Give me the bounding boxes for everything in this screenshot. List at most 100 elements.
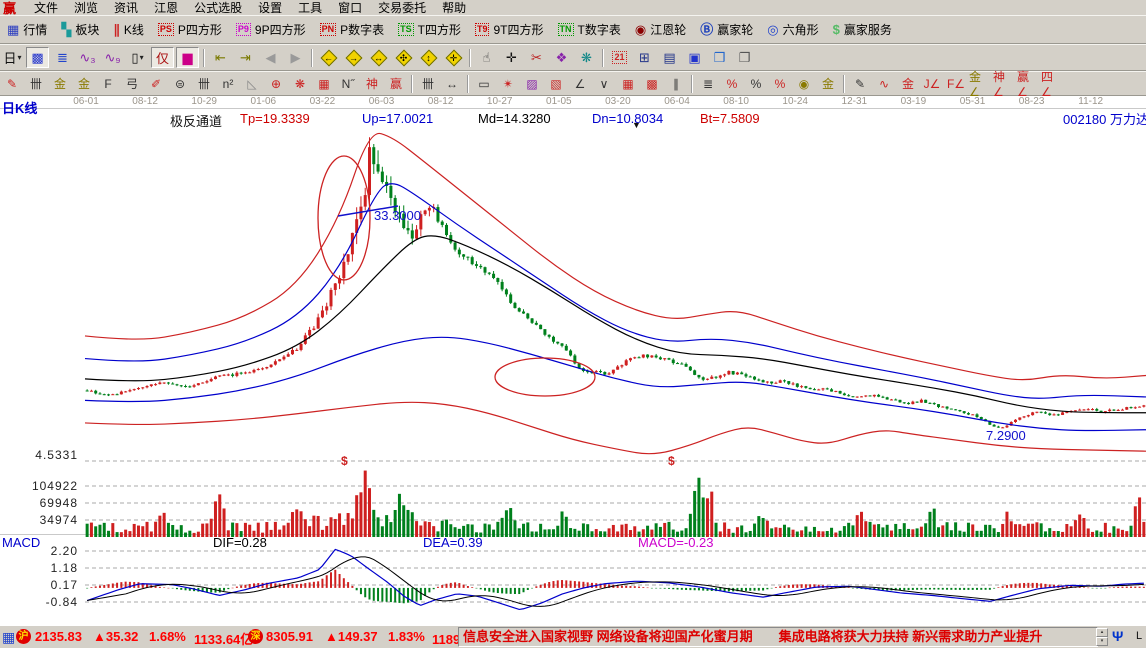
j-angle-tool-button[interactable]: J∠ [921,74,943,93]
quotes-button[interactable]: ▦行情 [0,21,54,38]
quote-table-icon[interactable]: ▦ [2,629,15,646]
ray-fan-tool-button[interactable]: ✴ [497,74,519,93]
si-angle-tool-button[interactable]: 四∠ [1041,74,1063,93]
f-grid-tool-button[interactable]: F [97,74,119,93]
red-grid-box-tool-button[interactable]: ▩ [641,74,663,93]
time-lines-tool-button[interactable]: 卌 [193,74,215,93]
hand-tool-button[interactable]: ☝ [475,47,498,68]
shen-grid-tool-button[interactable]: 神 [361,74,383,93]
menu-item-view[interactable]: 浏览 [66,0,106,16]
scale-ruler-tool-button[interactable]: ≣ [697,74,719,93]
menu-item-help[interactable]: 帮助 [434,0,474,16]
menu-item-file[interactable]: 文件 [26,0,66,16]
angle-line-tool-button[interactable]: ∠ [569,74,591,93]
spider-web-button[interactable]: ❋ [575,47,598,68]
nav-last-button[interactable]: ⇥ [234,47,257,68]
hexagon-button[interactable]: ◎六角形 [760,21,825,38]
wave9-button[interactable]: ∿₉ [101,47,124,68]
parallel-lines-tool-button[interactable]: ∥ [665,74,687,93]
ying-angle-tool-button[interactable]: 赢∠ [1017,74,1039,93]
gold-circle-tool-button[interactable]: ◉ [793,74,815,93]
pan-right-button[interactable]: → [342,47,365,68]
spinner-up-button[interactable]: ▴ [1096,628,1108,637]
pen-tool-button[interactable]: ✎ [1,74,23,93]
p9-square-button[interactable]: P99P四方形 [229,21,313,38]
crosshair-button[interactable]: ✛ [500,47,523,68]
winner-wheel-button[interactable]: Ⓑ赢家轮 [693,21,760,38]
menu-item-formula-stock-pick[interactable]: 公式选股 [186,0,250,16]
network-data-button[interactable]: ❒ [708,47,731,68]
t9-square-button[interactable]: T99T四方形 [468,21,551,38]
gold-level-tool-button[interactable]: 金 [817,74,839,93]
percent-line-tool-button[interactable]: % [769,74,791,93]
zoom-horizontal-button[interactable]: ↔ [367,47,390,68]
square-nine-tool-button[interactable]: n² [217,74,239,93]
save-button[interactable]: ▣ [683,47,706,68]
pen-tool-icon: ✎ [7,77,17,91]
menu-item-trade-order[interactable]: 交易委托 [370,0,434,16]
p-number-button[interactable]: PNP数字表 [313,21,392,38]
kline-button[interactable]: ∥K线 [106,21,151,38]
gann-gadget-button[interactable]: ❖ [550,47,573,68]
calculator-button[interactable]: ⊞ [633,47,656,68]
color-volume-button[interactable]: ▆ [176,47,199,68]
k-note-tool-button[interactable]: Ν˝ [337,74,359,93]
cut-tool-button[interactable]: ✂ [525,47,548,68]
t-number-button[interactable]: TNT数字表 [551,21,628,38]
gann-wheel-button[interactable]: ◉江恩轮 [628,21,693,38]
wave3-button[interactable]: ∿₃ [76,47,99,68]
notepad-button[interactable]: ▤ [658,47,681,68]
compress-button[interactable]: ✣ [392,47,415,68]
menu-item-gann[interactable]: 江恩 [146,0,186,16]
web-tool-button[interactable]: ❋ [289,74,311,93]
f-angle-tool-button[interactable]: F∠ [945,74,967,93]
angle-flag-tool-button[interactable]: ◺ [241,74,263,93]
wave-band-tool-button[interactable]: ∿ [873,74,895,93]
gann-circle-tool-button[interactable]: ⊜ [169,74,191,93]
day-count-tool-button[interactable]: 卌 [417,74,439,93]
menu-item-info[interactable]: 资讯 [106,0,146,16]
calendar-button[interactable]: 21 [608,47,631,68]
span-measure-tool-button[interactable]: ↔ [441,74,463,93]
winner-service-button[interactable]: $赢家服务 [826,21,899,38]
bow-grid-tool-button[interactable]: 弓 [121,74,143,93]
menu-item-window[interactable]: 窗口 [330,0,370,16]
print-button[interactable]: ❐ [733,47,756,68]
percent-tool-button[interactable]: % [745,74,767,93]
spinner-down-button[interactable]: ▾ [1096,637,1108,646]
marker-pen-tool-button[interactable]: ✐ [145,74,167,93]
chart-area[interactable]: 33.30007.2900$$▼ 日K线 极反通道 002180 万力达 MAC… [0,96,1146,625]
zigzag-tool-button[interactable]: ∨ [593,74,615,93]
ink-pen-tool-button[interactable]: ✎ [849,74,871,93]
period-day-button[interactable]: 日▾ [1,47,24,68]
price-lines-tool-button[interactable]: 卌 [25,74,47,93]
jifan-channel-button[interactable]: 仅 [151,47,174,68]
expand-button[interactable]: ✛ [442,47,465,68]
fan-grid-tool-button[interactable]: ▨ [521,74,543,93]
t-square-button[interactable]: TST四方形 [391,21,468,38]
zoom-vertical-button[interactable]: ↕ [417,47,440,68]
gold-underline-tool-button[interactable]: 金 [897,74,919,93]
candle-type-button[interactable]: ▯▾ [126,47,149,68]
nav-prev-button[interactable]: ◀ [259,47,282,68]
fan-grid2-tool-button[interactable]: ▧ [545,74,567,93]
pan-left-button[interactable]: ← [317,47,340,68]
main-chart-button[interactable]: ▩ [26,47,49,68]
p-square-button[interactable]: PSP四方形 [151,21,229,38]
percent-retrace-tool-button[interactable]: % [721,74,743,93]
nav-first-button[interactable]: ⇤ [209,47,232,68]
sectors-button[interactable]: ▚板块 [54,21,106,38]
red-grid-tool-button[interactable]: ▦ [617,74,639,93]
rect-tool-button[interactable]: ▭ [473,74,495,93]
ying-grid-tool-button[interactable]: 赢 [385,74,407,93]
nav-next-button[interactable]: ▶ [284,47,307,68]
f10-info-button[interactable]: ≣ [51,47,74,68]
gold-grid-tool-button[interactable]: 金 [49,74,71,93]
shen-angle-tool-button[interactable]: 神∠ [993,74,1015,93]
menu-item-settings[interactable]: 设置 [250,0,290,16]
gold-angle-tool-button[interactable]: 金∠ [969,74,991,93]
menu-item-tools[interactable]: 工具 [290,0,330,16]
gold-grid2-tool-button[interactable]: 金 [73,74,95,93]
target-tool-button[interactable]: ⊕ [265,74,287,93]
web-grid-tool-button[interactable]: ▦ [313,74,335,93]
